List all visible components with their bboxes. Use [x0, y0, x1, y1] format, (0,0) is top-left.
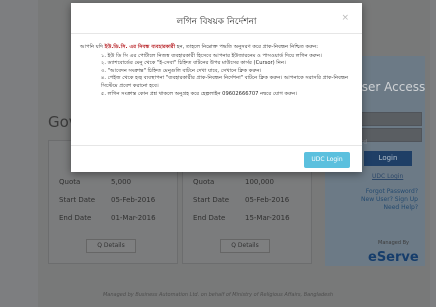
intro-prefix: আপনি যদি: [80, 44, 105, 50]
intro-suffix: হন, তাহলে নিম্নোক্ত পদ্ধতি অনুসরণ করে প্…: [175, 44, 318, 50]
instruction-step-4: ৪. পেইজ থেকে হজ্ব ব্যবস্থাপনা "ব্যবহারকা…: [101, 75, 349, 89]
login-button[interactable]: Login: [364, 151, 412, 166]
modal-title: লগিন বিষয়ক নির্দেশনা: [176, 17, 257, 27]
end-date-value: 15-Mar-2016: [245, 214, 290, 222]
start-date-value: 05-Feb-2016: [245, 196, 290, 204]
end-date-value: 01-Mar-2016: [111, 214, 156, 222]
modal-header-divider: [71, 33, 362, 34]
modal-footer-divider: [71, 145, 362, 146]
managed-by-label: Managed By: [378, 240, 410, 246]
footer-text: Managed by Business Automation Ltd. on b…: [102, 292, 334, 298]
close-icon[interactable]: ×: [341, 13, 349, 23]
modal-body: আপনি যদি ইউ.ডি.সি. এর নিবন্ধ ব্যবহারকারী…: [80, 44, 350, 98]
modal-intro: আপনি যদি ইউ.ডি.সি. এর নিবন্ধ ব্যবহারকারী…: [80, 44, 350, 52]
quota-value: 100,000: [245, 178, 274, 186]
intro-highlight: ইউ.ডি.সি. এর নিবন্ধ ব্যবহারকারী: [104, 44, 176, 50]
user-access-title: User Access: [353, 80, 426, 94]
need-help-link[interactable]: Need Help?: [346, 204, 418, 212]
sign-up-link[interactable]: New User? Sign Up: [346, 196, 418, 204]
end-date-label: End Date: [59, 214, 92, 222]
udc-login-link[interactable]: UDC Login: [372, 173, 403, 180]
start-date-label: Start Date: [59, 196, 96, 204]
help-links: Forgot Password? New User? Sign Up Need …: [346, 188, 418, 212]
quota-label: Quota: [193, 178, 215, 186]
instruction-step-5: ৫. লগিন সংক্রান্ত কোন প্রশ্ন থাকলে অনুগ্…: [101, 90, 298, 97]
eserve-logo: eServe: [368, 250, 419, 265]
forgot-password-link[interactable]: Forgot Password?: [346, 188, 418, 196]
login-instructions-modal: লগিন বিষয়ক নির্দেশনা × আপনি যদি ইউ.ডি.স…: [71, 3, 362, 172]
package-details-button[interactable]: Q Details: [86, 239, 136, 253]
start-date-label: Start Date: [193, 196, 230, 204]
udc-login-button[interactable]: UDC Login: [304, 152, 350, 168]
end-date-label: End Date: [193, 214, 226, 222]
quota-label: Quota: [59, 178, 81, 186]
package-details-button[interactable]: Q Details: [220, 239, 270, 253]
start-date-value: 05-Feb-2016: [111, 196, 156, 204]
instruction-steps: ১. ইউ ডি সি এর পোর্টালে নিজস্ব ব্যবহারকা…: [80, 53, 350, 99]
instruction-step-2: ২. ড্যাশবোর্ডের মেনু থেকে "ই-সেবা" চিহ্ন…: [101, 60, 286, 67]
quota-value: 5,000: [111, 178, 132, 186]
